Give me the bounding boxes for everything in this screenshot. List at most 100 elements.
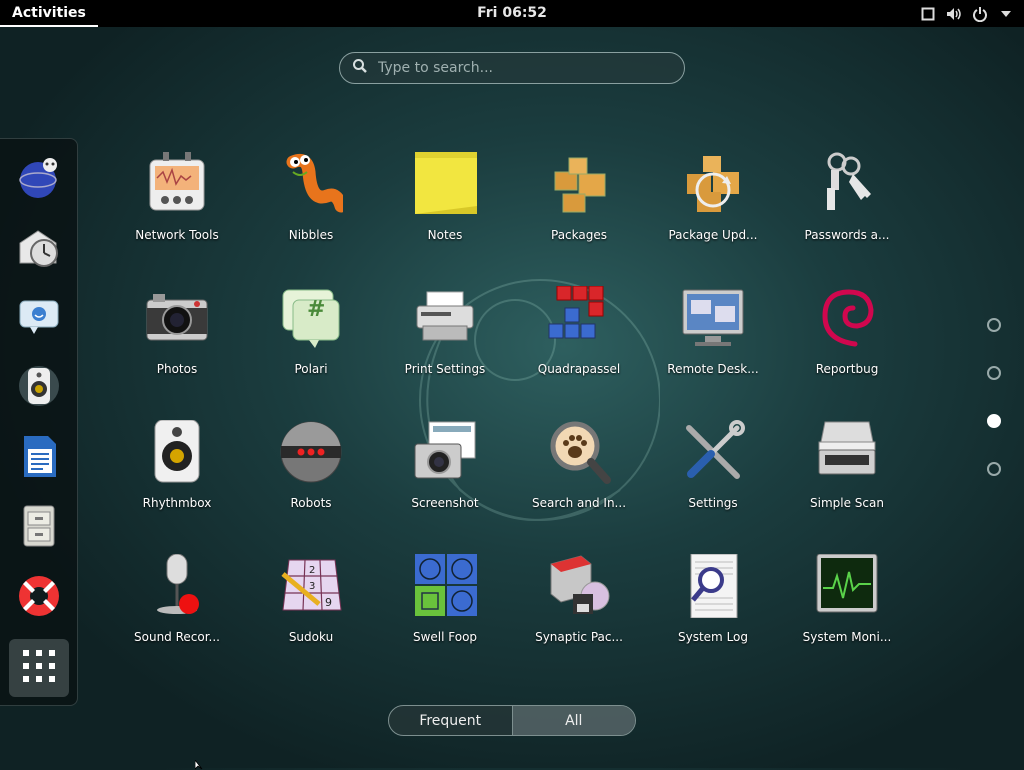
app-screenshot[interactable]: Screenshot bbox=[378, 420, 512, 540]
app-package-updater[interactable]: Package Upd... bbox=[646, 152, 780, 272]
app-sudoku[interactable]: 2 39 Sudoku bbox=[244, 554, 378, 674]
top-bar: Activities Fri 06:52 bbox=[0, 0, 1024, 27]
sudoku-grid-icon: 2 39 bbox=[281, 559, 342, 611]
app-label: Polari bbox=[294, 362, 328, 376]
svg-text:9: 9 bbox=[325, 596, 332, 609]
svg-text:3: 3 bbox=[309, 581, 315, 592]
app-network-tools[interactable]: Network Tools bbox=[110, 152, 244, 272]
app-label: Photos bbox=[156, 362, 198, 376]
app-label: Reportbug bbox=[815, 362, 879, 376]
clock[interactable]: Fri 06:52 bbox=[477, 5, 547, 21]
app-label: Simple Scan bbox=[810, 496, 884, 510]
empathy-chat-icon[interactable] bbox=[14, 291, 64, 341]
tetris-blocks-icon bbox=[548, 286, 604, 339]
power-icon[interactable] bbox=[972, 6, 988, 22]
system-monitor-icon bbox=[816, 554, 878, 613]
app-label: System Log bbox=[678, 630, 748, 644]
app-rhythmbox[interactable]: Rhythmbox bbox=[110, 420, 244, 540]
app-label: Network Tools bbox=[135, 228, 219, 242]
page-indicator-1[interactable] bbox=[987, 318, 1001, 332]
show-applications-button[interactable] bbox=[9, 639, 69, 697]
package-updater-icon bbox=[687, 156, 739, 212]
file-cabinet-icon[interactable] bbox=[14, 501, 64, 551]
app-robots[interactable]: Robots bbox=[244, 420, 378, 540]
app-system-monitor[interactable]: System Moni... bbox=[780, 554, 914, 674]
app-print-settings[interactable]: Print Settings bbox=[378, 286, 512, 406]
network-tools-icon bbox=[149, 152, 205, 211]
app-label: System Moni... bbox=[802, 630, 892, 644]
app-label: Swell Foop bbox=[412, 630, 478, 644]
mouse-cursor-icon bbox=[195, 760, 203, 770]
app-label: Packages bbox=[551, 228, 607, 242]
app-simple-scan[interactable]: Simple Scan bbox=[780, 420, 914, 540]
app-quadrapassel[interactable]: Quadrapassel bbox=[512, 286, 646, 406]
app-settings[interactable]: Settings bbox=[646, 420, 780, 540]
magnifier-paw-icon bbox=[550, 421, 611, 484]
app-synaptic[interactable]: Synaptic Pac... bbox=[512, 554, 646, 674]
app-search-and-index[interactable]: Search and In... bbox=[512, 420, 646, 540]
rhythmbox-speaker-icon[interactable] bbox=[14, 361, 64, 411]
app-label: Remote Desk... bbox=[667, 362, 759, 376]
all-button[interactable]: All bbox=[512, 706, 635, 735]
app-photos[interactable]: Photos bbox=[110, 286, 244, 406]
microphone-icon bbox=[157, 554, 199, 614]
app-passwords[interactable]: Passwords a... bbox=[780, 152, 914, 272]
help-lifebuoy-icon[interactable] bbox=[14, 571, 64, 621]
swell-foop-icon bbox=[415, 554, 477, 616]
evolution-mail-icon[interactable] bbox=[14, 223, 64, 273]
app-label: Robots bbox=[290, 496, 332, 510]
system-log-icon bbox=[690, 554, 738, 618]
camera-icon bbox=[146, 294, 208, 341]
scanner-icon bbox=[818, 421, 876, 475]
app-label: Sound Recor... bbox=[134, 630, 220, 644]
app-swell-foop[interactable]: Swell Foop bbox=[378, 554, 512, 674]
chevron-down-icon[interactable] bbox=[998, 6, 1014, 22]
app-label: Screenshot bbox=[411, 496, 479, 510]
page-indicator-4[interactable] bbox=[987, 462, 1001, 476]
app-label: Settings bbox=[688, 496, 738, 510]
nibbles-worm-icon bbox=[286, 153, 343, 213]
web-browser-icon[interactable] bbox=[14, 153, 64, 203]
svg-text:2: 2 bbox=[309, 565, 315, 576]
page-indicator-3[interactable] bbox=[987, 414, 1001, 428]
svg-text:#: # bbox=[307, 297, 325, 322]
writer-document-icon[interactable] bbox=[14, 431, 64, 481]
frequent-button[interactable]: Frequent bbox=[389, 706, 512, 735]
search-input[interactable] bbox=[376, 59, 660, 77]
search-box[interactable] bbox=[339, 52, 685, 84]
window-icon[interactable] bbox=[920, 6, 936, 22]
app-packages[interactable]: Packages bbox=[512, 152, 646, 272]
app-label: Rhythmbox bbox=[142, 496, 212, 510]
app-label: Notes bbox=[427, 228, 463, 242]
settings-tools-icon bbox=[686, 420, 745, 479]
app-polari[interactable]: # Polari bbox=[244, 286, 378, 406]
system-tray bbox=[920, 0, 1014, 27]
chat-hash-icon: # bbox=[282, 289, 340, 348]
app-system-log[interactable]: System Log bbox=[646, 554, 780, 674]
speaker-icon bbox=[154, 420, 200, 483]
screenshot-camera-icon bbox=[414, 421, 476, 479]
app-sound-recorder[interactable]: Sound Recor... bbox=[110, 554, 244, 674]
volume-icon[interactable] bbox=[946, 6, 962, 22]
view-switch: Frequent All bbox=[388, 705, 636, 736]
app-remote-desktop[interactable]: Remote Desk... bbox=[646, 286, 780, 406]
app-label: Passwords a... bbox=[804, 228, 890, 242]
app-reportbug[interactable]: Reportbug bbox=[780, 286, 914, 406]
app-nibbles[interactable]: Nibbles bbox=[244, 152, 378, 272]
debian-swirl-icon bbox=[822, 289, 874, 347]
app-label: Sudoku bbox=[288, 630, 334, 644]
app-label: Search and In... bbox=[531, 496, 627, 510]
grid-icon bbox=[23, 650, 55, 686]
page-indicator-2[interactable] bbox=[987, 366, 1001, 380]
printer-icon bbox=[416, 291, 474, 341]
robot-icon bbox=[280, 421, 342, 483]
synaptic-icon bbox=[550, 555, 610, 614]
keys-icon bbox=[827, 152, 871, 210]
app-label: Package Upd... bbox=[668, 228, 758, 242]
app-label: Nibbles bbox=[288, 228, 334, 242]
dash bbox=[0, 138, 78, 706]
packages-icon bbox=[554, 157, 606, 213]
search-icon bbox=[352, 58, 368, 78]
activities-button[interactable]: Activities bbox=[0, 0, 98, 27]
app-notes[interactable]: Notes bbox=[378, 152, 512, 272]
